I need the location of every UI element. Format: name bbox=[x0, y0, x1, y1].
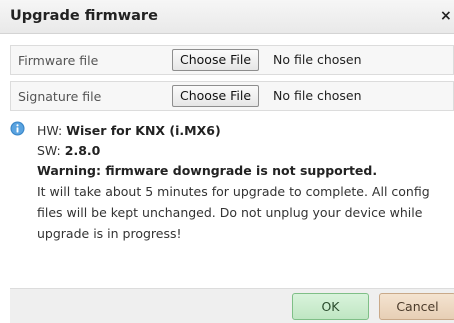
close-icon[interactable]: × bbox=[440, 8, 454, 24]
sw-value: 2.8.0 bbox=[64, 143, 101, 158]
signature-choose-file-button[interactable]: Choose File bbox=[172, 85, 260, 107]
hw-value: Wiser for KNX (i.MX6) bbox=[66, 123, 221, 138]
firmware-file-status: No file chosen bbox=[273, 52, 362, 67]
upgrade-description: It will take about 5 minutes for upgrade… bbox=[37, 184, 430, 241]
info-icon bbox=[10, 121, 25, 136]
sw-label: SW: bbox=[37, 143, 61, 158]
ok-button[interactable]: OK bbox=[292, 293, 369, 320]
firmware-choose-file-button[interactable]: Choose File bbox=[172, 49, 260, 71]
signature-file-label: Signature file bbox=[18, 89, 102, 104]
upgrade-firmware-dialog: Upgrade firmware × Firmware file Choose … bbox=[0, 0, 454, 323]
sw-line: SW: 2.8.0 bbox=[37, 141, 451, 161]
signature-file-row: Signature file Choose File No file chose… bbox=[10, 81, 454, 111]
firmware-file-label: Firmware file bbox=[18, 53, 99, 68]
hw-label: HW: bbox=[37, 123, 63, 138]
hw-line: HW: Wiser for KNX (i.MX6) bbox=[37, 121, 451, 141]
dialog-titlebar: Upgrade firmware × bbox=[0, 0, 454, 34]
dialog-title: Upgrade firmware bbox=[10, 8, 158, 24]
cancel-button[interactable]: Cancel bbox=[379, 293, 454, 320]
dialog-footer: OK Cancel bbox=[10, 288, 454, 323]
signature-file-status: No file chosen bbox=[273, 88, 362, 103]
downgrade-warning: Warning: firmware downgrade is not suppo… bbox=[37, 163, 378, 178]
firmware-info: HW: Wiser for KNX (i.MX6) SW: 2.8.0 Warn… bbox=[37, 121, 451, 244]
firmware-file-row: Firmware file Choose File No file chosen bbox=[10, 45, 454, 75]
